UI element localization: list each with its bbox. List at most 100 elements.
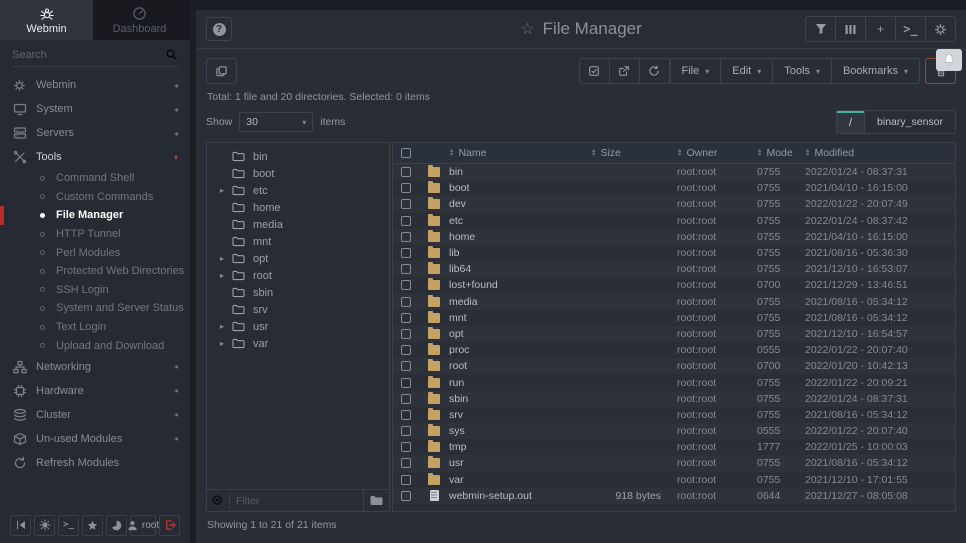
file-menu-button[interactable]: File ▾ <box>670 58 722 84</box>
sidebar-item-ssh-login[interactable]: SSH Login <box>0 281 190 300</box>
column-header-size[interactable]: ▲▼ Size <box>577 147 677 159</box>
refresh-button[interactable] <box>639 58 670 84</box>
favorite-star-icon[interactable]: ☆ <box>520 19 534 39</box>
sidebar-item-webmin[interactable]: Webmin◂ <box>0 73 190 97</box>
row-checkbox[interactable] <box>401 475 411 485</box>
sidebar-item-tools[interactable]: Tools▾ <box>0 145 190 169</box>
tab-webmin[interactable]: Webmin <box>0 0 93 40</box>
file-row-media[interactable]: media root:root 0755 2021/08/16 - 05:34:… <box>393 294 955 310</box>
sidebar-item-system-and-server-status[interactable]: System and Server Status <box>0 299 190 318</box>
row-checkbox[interactable] <box>401 442 411 452</box>
sidebar-item-command-shell[interactable]: Command Shell <box>0 169 190 188</box>
filter-button[interactable] <box>805 16 836 42</box>
sidebar-item-file-manager[interactable]: File Manager <box>0 206 190 225</box>
tree-filter-input[interactable] <box>229 494 363 508</box>
sidebar-item-hardware[interactable]: Hardware◂ <box>0 379 190 403</box>
sidebar-item-upload-and-download[interactable]: Upload and Download <box>0 336 190 355</box>
row-checkbox[interactable] <box>401 361 411 371</box>
file-row-bin[interactable]: bin root:root 0755 2022/01/24 - 08:37:31 <box>393 164 955 180</box>
column-header-name[interactable]: ▲▼ Name <box>449 147 577 159</box>
file-row-opt[interactable]: opt root:root 0755 2021/12/10 - 16:54:57 <box>393 326 955 342</box>
file-row-etc[interactable]: etc root:root 0755 2022/01/24 - 08:37:42 <box>393 213 955 229</box>
row-checkbox[interactable] <box>401 167 411 177</box>
add-button[interactable]: + <box>865 16 896 42</box>
file-row-usr[interactable]: usr root:root 0755 2021/08/16 - 05:34:12 <box>393 455 955 471</box>
page-size-select[interactable]: 30 ▾ <box>239 112 313 132</box>
file-row-sbin[interactable]: sbin root:root 0755 2022/01/24 - 08:37:3… <box>393 391 955 407</box>
expand-arrow-icon[interactable]: ▸ <box>220 254 232 263</box>
select-all-checkbox[interactable] <box>401 148 411 158</box>
copy-path-button[interactable] <box>206 58 237 84</box>
expand-arrow-icon[interactable]: ▸ <box>220 322 232 331</box>
theme-button[interactable] <box>34 515 55 536</box>
tree-item-opt[interactable]: ▸ opt <box>207 250 389 267</box>
expand-arrow-icon[interactable]: ▸ <box>220 271 232 280</box>
file-row-srv[interactable]: srv root:root 0755 2021/08/16 - 05:34:12 <box>393 407 955 423</box>
file-row-webmin-setup-out[interactable]: webmin-setup.out 918 bytes root:root 064… <box>393 488 955 504</box>
tree-item-bin[interactable]: bin <box>207 148 389 165</box>
terminal-button[interactable]: >_ <box>895 16 926 42</box>
tree-item-sbin[interactable]: sbin <box>207 284 389 301</box>
export-button[interactable] <box>609 58 640 84</box>
tree-item-home[interactable]: home <box>207 199 389 216</box>
file-row-proc[interactable]: proc root:root 0555 2022/01/22 - 20:07:4… <box>393 342 955 358</box>
row-checkbox[interactable] <box>401 216 411 226</box>
help-button[interactable]: ? <box>206 17 232 41</box>
row-checkbox[interactable] <box>401 297 411 307</box>
sidebar-item-un-used-modules[interactable]: Un-used Modules◂ <box>0 427 190 451</box>
tree-item-usr[interactable]: ▸ usr <box>207 318 389 335</box>
file-row-lib[interactable]: lib root:root 0755 2021/08/16 - 05:36:30 <box>393 245 955 261</box>
row-checkbox[interactable] <box>401 426 411 436</box>
file-row-var[interactable]: var root:root 0755 2021/12/10 - 17:01:55 <box>393 472 955 488</box>
row-checkbox[interactable] <box>401 183 411 193</box>
file-row-home[interactable]: home root:root 0755 2021/04/10 - 16:15:0… <box>393 229 955 245</box>
row-checkbox[interactable] <box>401 491 411 501</box>
tree-item-var[interactable]: ▸ var <box>207 335 389 352</box>
file-row-root[interactable]: root root:root 0700 2022/01/20 - 10:42:1… <box>393 358 955 374</box>
row-checkbox[interactable] <box>401 329 411 339</box>
row-checkbox[interactable] <box>401 394 411 404</box>
tree-item-srv[interactable]: srv <box>207 301 389 318</box>
tools-menu-button[interactable]: Tools ▾ <box>772 58 832 84</box>
column-header-owner[interactable]: ▲▼ Owner <box>677 147 757 159</box>
settings-button[interactable] <box>925 16 956 42</box>
tree-item-mnt[interactable]: mnt <box>207 233 389 250</box>
sidebar-item-protected-web-directories[interactable]: Protected Web Directories <box>0 262 190 281</box>
row-checkbox[interactable] <box>401 280 411 290</box>
row-checkbox[interactable] <box>401 410 411 420</box>
row-checkbox[interactable] <box>401 378 411 388</box>
row-checkbox[interactable] <box>401 345 411 355</box>
sidebar-item-networking[interactable]: Networking◂ <box>0 355 190 379</box>
row-checkbox[interactable] <box>401 458 411 468</box>
row-checkbox[interactable] <box>401 199 411 209</box>
sidebar-item-system[interactable]: System◂ <box>0 97 190 121</box>
tree-item-etc[interactable]: ▸ etc <box>207 182 389 199</box>
file-row-sys[interactable]: sys root:root 0555 2022/01/22 - 20:07:40 <box>393 423 955 439</box>
file-row-mnt[interactable]: mnt root:root 0755 2021/08/16 - 05:34:12 <box>393 310 955 326</box>
bookmarks-menu-button[interactable]: Bookmarks ▾ <box>831 58 920 84</box>
breadcrumb-segment[interactable]: binary_sensor <box>864 111 955 133</box>
collapse-sidebar-button[interactable] <box>10 515 31 536</box>
sidebar-item-servers[interactable]: Servers◂ <box>0 121 190 145</box>
edit-menu-button[interactable]: Edit ▾ <box>720 58 773 84</box>
sidebar-item-custom-commands[interactable]: Custom Commands <box>0 188 190 207</box>
sidebar-item-cluster[interactable]: Cluster◂ <box>0 403 190 427</box>
file-row-lost-found[interactable]: lost+found root:root 0700 2021/12/29 - 1… <box>393 277 955 293</box>
file-row-run[interactable]: run root:root 0755 2022/01/22 - 20:09:21 <box>393 374 955 390</box>
tree-folder-button[interactable] <box>363 490 389 511</box>
file-row-tmp[interactable]: tmp root:root 1777 2022/01/25 - 10:00:03 <box>393 439 955 455</box>
row-checkbox[interactable] <box>401 248 411 258</box>
tree-item-root[interactable]: ▸ root <box>207 267 389 284</box>
file-row-dev[interactable]: dev root:root 0755 2022/01/22 - 20:07:49 <box>393 196 955 212</box>
file-row-boot[interactable]: boot root:root 0755 2021/04/10 - 16:15:0… <box>393 180 955 196</box>
column-header-modified[interactable]: ▲▼ Modified <box>805 147 955 159</box>
search-input[interactable] <box>12 49 165 61</box>
tree-item-media[interactable]: media <box>207 216 389 233</box>
user-button[interactable]: root <box>130 515 156 536</box>
row-checkbox[interactable] <box>401 232 411 242</box>
column-header-mode[interactable]: ▲▼ Mode <box>757 147 805 159</box>
notifications-bell-icon[interactable] <box>936 49 962 71</box>
expand-arrow-icon[interactable]: ▸ <box>220 339 232 348</box>
columns-button[interactable] <box>835 16 866 42</box>
tree-item-boot[interactable]: boot <box>207 165 389 182</box>
